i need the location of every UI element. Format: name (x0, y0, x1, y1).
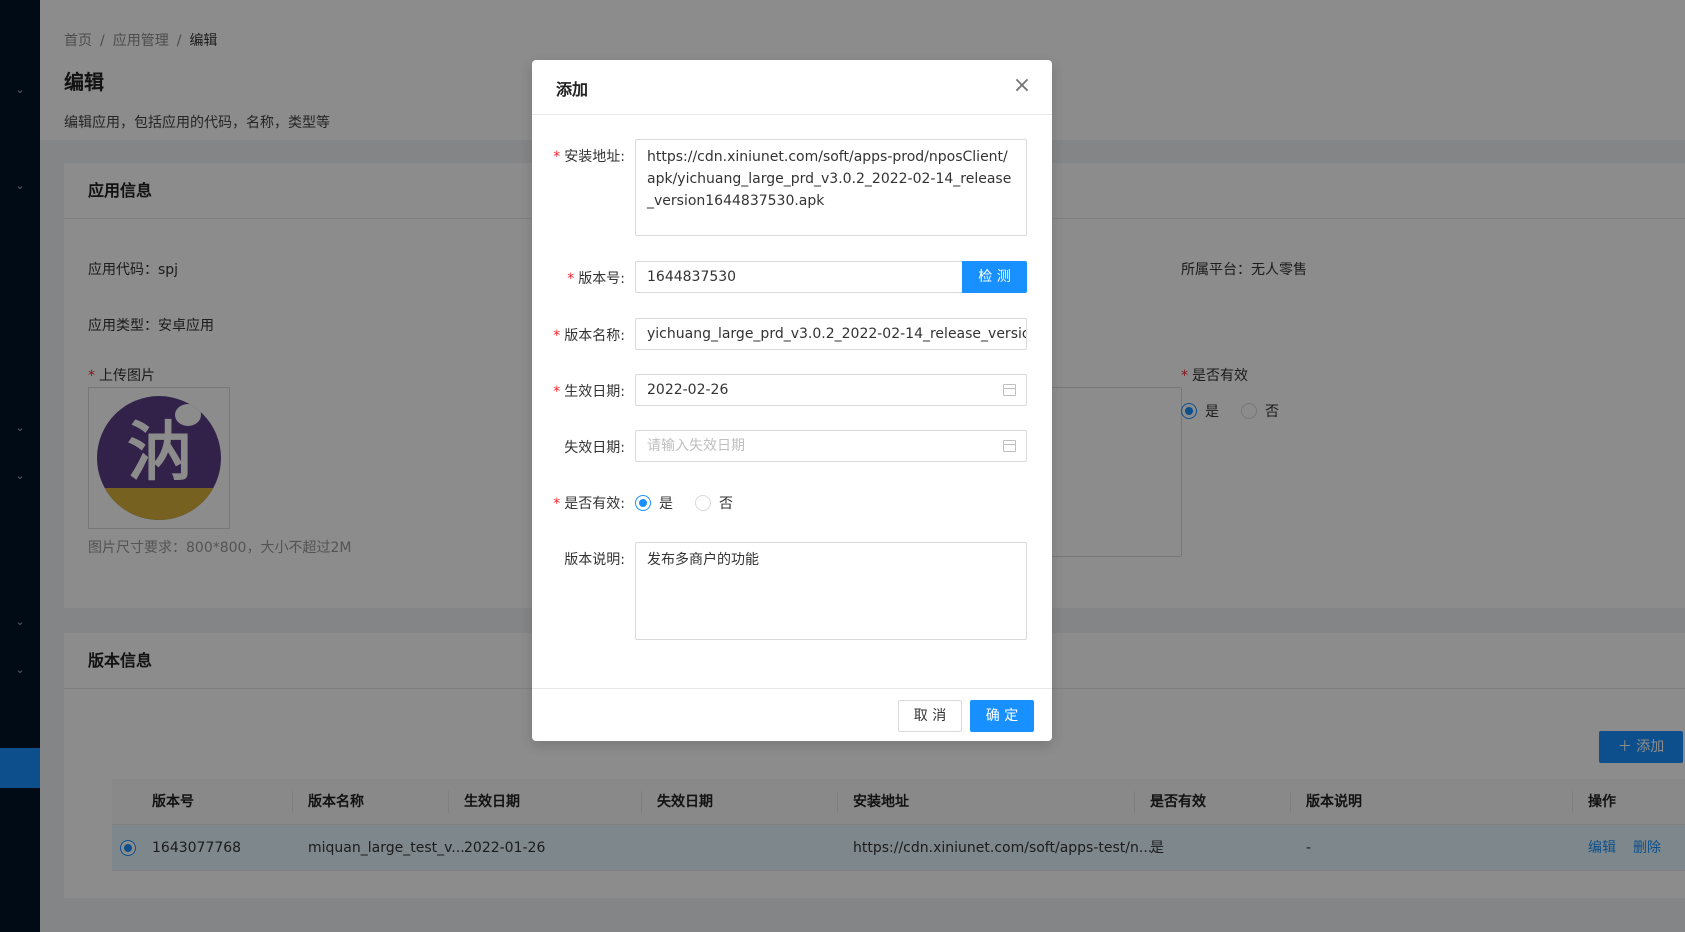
expire-date-label: 失效日期: (564, 440, 625, 456)
ok-button[interactable]: 确 定 (970, 700, 1034, 732)
valid-yes-radio[interactable] (635, 495, 651, 511)
install-url-textarea[interactable]: https://cdn.xiniunet.com/soft/apps-prod/… (635, 139, 1027, 236)
version-label: * 版本号: (567, 271, 625, 287)
expire-date-placeholder: 请输入失效日期 (647, 438, 745, 454)
valid-radio-group: 是否 (635, 493, 755, 513)
valid-no-radio[interactable] (695, 495, 711, 511)
calendar-icon (1003, 384, 1016, 396)
effective-date-picker[interactable]: 2022-02-26 (635, 374, 1027, 406)
calendar-icon (1003, 440, 1016, 452)
add-version-modal: 添加 × * 安装地址: https://cdn.xiniunet.com/sof… (532, 60, 1052, 741)
version-input[interactable]: 1644837530 (635, 261, 963, 293)
version-name-input[interactable]: yichuang_large_prd_v3.0.2_2022-02-14_rel… (635, 318, 1027, 350)
version-name-label: * 版本名称: (553, 328, 625, 344)
check-button[interactable]: 检 测 (962, 261, 1027, 293)
valid-yes-label: 是 (659, 496, 673, 512)
effective-date-value: 2022-02-26 (647, 382, 729, 398)
valid-label: * 是否有效: (553, 496, 625, 512)
install-url-label: * 安装地址: (553, 149, 625, 165)
notes-label: 版本说明: (564, 552, 625, 568)
valid-no-label: 否 (719, 496, 733, 512)
modal-header: 添加 × (532, 60, 1052, 115)
close-icon[interactable]: × (1010, 74, 1034, 98)
modal-title: 添加 (556, 80, 589, 99)
expire-date-picker[interactable]: 请输入失效日期 (635, 430, 1027, 462)
modal-footer: 取 消 确 定 (532, 688, 1052, 741)
notes-textarea[interactable]: 发布多商户的功能 (635, 542, 1027, 640)
effective-date-label: * 生效日期: (553, 384, 625, 400)
cancel-button[interactable]: 取 消 (898, 700, 962, 732)
